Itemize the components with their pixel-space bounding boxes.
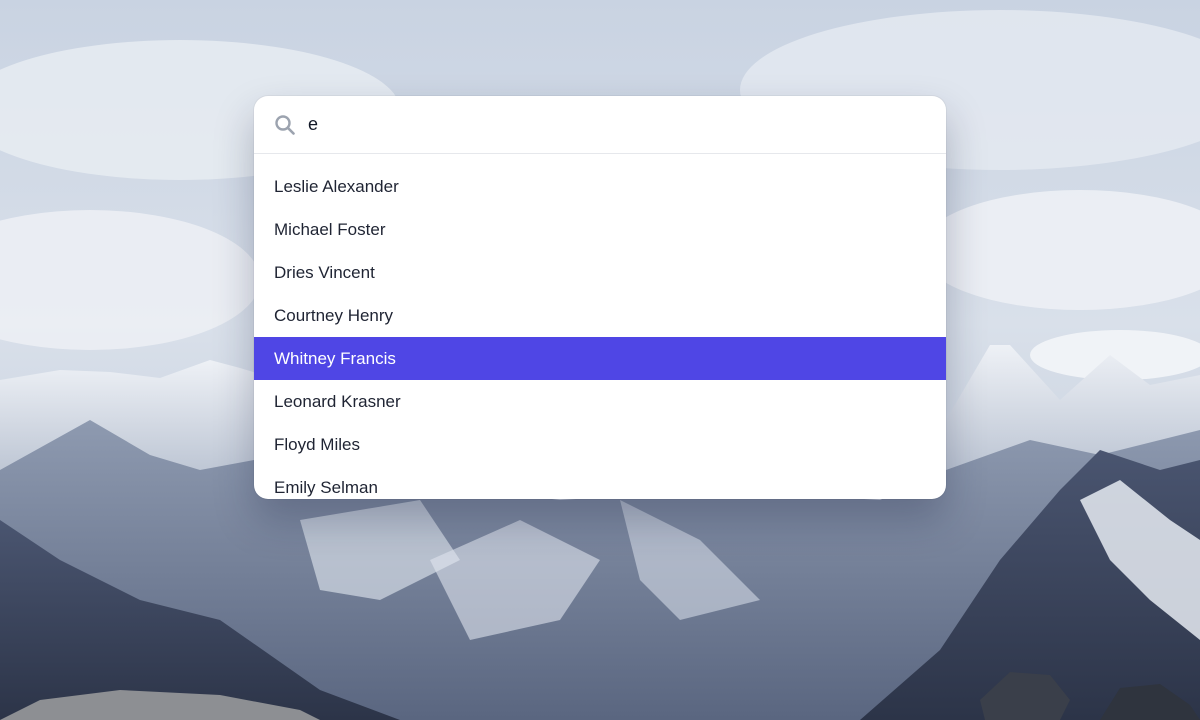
result-item[interactable]: Whitney Francis (254, 337, 946, 380)
result-item[interactable]: Courtney Henry (254, 294, 946, 337)
result-item[interactable]: Leslie Alexander (254, 165, 946, 208)
result-item[interactable]: Michael Foster (254, 208, 946, 251)
result-item[interactable]: Emily Selman (254, 466, 946, 499)
result-item[interactable]: Floyd Miles (254, 423, 946, 466)
search-bar (254, 96, 946, 154)
search-input[interactable] (308, 96, 946, 153)
result-item[interactable]: Leonard Krasner (254, 380, 946, 423)
result-item[interactable]: Dries Vincent (254, 251, 946, 294)
search-icon (274, 114, 296, 136)
command-palette: Leslie AlexanderMichael FosterDries Vinc… (254, 96, 946, 499)
results-list: Leslie Alexander Michael Foster Dries Vinc… (254, 154, 946, 499)
